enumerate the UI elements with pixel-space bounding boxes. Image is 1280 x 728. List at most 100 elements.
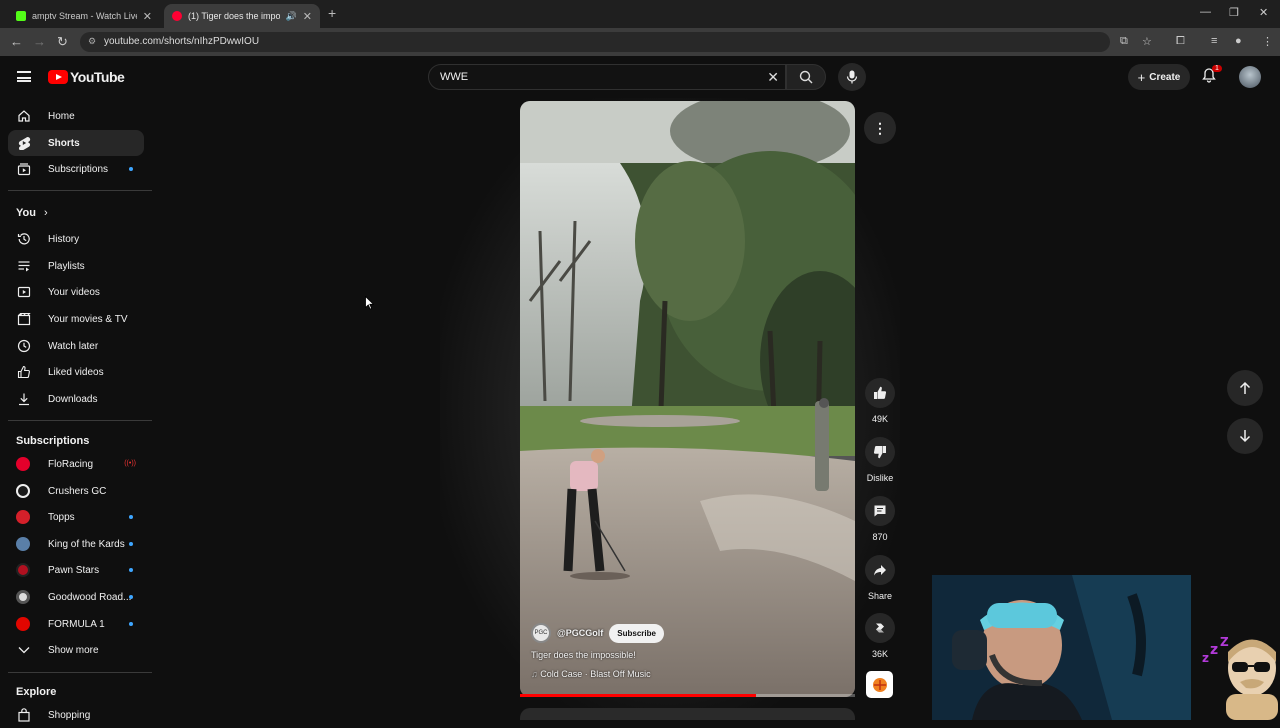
channel-info: PGC @PGCGolf Subscribe	[531, 623, 664, 643]
sidebar-item-playlists[interactable]: Playlists	[8, 253, 144, 279]
dislike-button[interactable]	[865, 437, 895, 467]
new-tab-icon[interactable]: +	[328, 5, 336, 21]
svg-text:z: z	[1202, 651, 1209, 665]
sidebar-item-your-videos[interactable]: Your videos	[8, 279, 144, 305]
mouse-cursor-icon	[365, 296, 374, 310]
sidebar-item-watch-later[interactable]: Watch later	[8, 333, 144, 359]
search-query: WWE	[440, 71, 469, 83]
channel-handle[interactable]: @PGCGolf	[557, 628, 603, 638]
sidebar-item-subscriptions[interactable]: Subscriptions	[8, 156, 144, 182]
short-title[interactable]: Tiger does the impossible!	[531, 650, 636, 660]
notifications-button[interactable]: 1	[1202, 65, 1222, 88]
sound-thumbnail[interactable]	[866, 671, 893, 698]
minimize-icon[interactable]: —	[1200, 6, 1211, 18]
sidebar-item-home[interactable]: Home	[8, 103, 144, 129]
speaker-icon[interactable]: 🔊	[286, 11, 297, 22]
movies-icon	[16, 311, 32, 327]
sidebar-divider	[8, 420, 152, 421]
extensions-icon[interactable]: ⧠	[1176, 35, 1185, 48]
clear-search-icon[interactable]: ✕	[767, 69, 779, 86]
thumbs-up-icon	[16, 364, 32, 380]
sidebar-item-label: Goodwood Road...	[48, 591, 132, 603]
sidebar-channel-topps[interactable]: Topps	[8, 504, 144, 530]
short-video-player[interactable]	[520, 101, 855, 697]
browser-tab-youtube[interactable]: (1) Tiger does the impossib 🔊 ✕	[164, 4, 320, 28]
site-info-icon[interactable]: ⚙	[88, 36, 96, 47]
tab-close-icon[interactable]: ✕	[303, 10, 312, 23]
share-button[interactable]	[865, 555, 895, 585]
comments-button[interactable]	[865, 496, 895, 526]
short-music[interactable]: ♫ Cold Case · Blast Off Music	[531, 669, 651, 679]
back-icon[interactable]: ←	[10, 34, 23, 49]
comment-count: 870	[872, 532, 888, 542]
previous-short-button[interactable]	[1227, 370, 1263, 406]
share-action[interactable]: Share	[862, 555, 898, 601]
media-control-icon[interactable]: ≡	[1211, 35, 1217, 47]
sidebar-channel-goodwood[interactable]: Goodwood Road...	[8, 584, 144, 610]
like-action[interactable]: 49K	[862, 378, 898, 424]
sleeping-emote-sticker: z z Z	[1200, 632, 1280, 720]
clock-icon	[16, 338, 32, 354]
you-section-header[interactable]: You ›	[16, 207, 48, 219]
share-icon	[874, 565, 886, 576]
sidebar-item-label: Your videos	[48, 286, 100, 298]
like-button[interactable]	[865, 378, 895, 408]
sidebar-channel-king-of-the-kards[interactable]: King of the Kards	[8, 531, 144, 557]
explore-section-header: Explore	[16, 686, 57, 698]
sidebar-item-shopping[interactable]: Shopping	[8, 702, 144, 728]
search-icon	[799, 70, 813, 84]
chevron-down-icon	[16, 642, 32, 658]
remix-button[interactable]	[865, 613, 895, 643]
sidebar-channel-crushers-gc[interactable]: Crushers GC	[8, 478, 144, 504]
next-short-preview[interactable]	[520, 708, 855, 720]
subscribe-button[interactable]: Subscribe	[609, 623, 664, 643]
browser-toolbar: ← → ↻ ⚙ youtube.com/shorts/nIhzPDwwIOU ⧉…	[0, 28, 1280, 56]
browser-tab-amptv[interactable]: amptv Stream - Watch Live on ✕	[8, 4, 160, 28]
sidebar-item-shorts[interactable]: Shorts	[8, 130, 144, 156]
arrow-down-icon	[1239, 430, 1251, 443]
sidebar-item-downloads[interactable]: Downloads	[8, 386, 144, 412]
bookmark-star-icon[interactable]: ☆	[1142, 35, 1152, 48]
sidebar-channel-pawn-stars[interactable]: Pawn Stars	[8, 557, 144, 583]
install-app-icon[interactable]: ⧉	[1120, 35, 1128, 48]
tab-close-icon[interactable]: ✕	[143, 10, 152, 23]
restore-icon[interactable]: ❐	[1229, 6, 1239, 19]
remix-action[interactable]: 36K	[862, 613, 898, 659]
close-window-icon[interactable]: ✕	[1259, 6, 1268, 19]
more-options-button[interactable]: ⋮	[864, 112, 896, 144]
voice-search-button[interactable]	[838, 63, 866, 91]
sidebar-item-label: Watch later	[48, 340, 99, 352]
hamburger-menu-icon[interactable]	[17, 71, 31, 82]
you-header-label: You	[16, 207, 36, 219]
create-button[interactable]: + Create	[1128, 64, 1190, 90]
address-bar[interactable]: ⚙ youtube.com/shorts/nIhzPDwwIOU	[80, 32, 1110, 52]
account-avatar[interactable]	[1239, 66, 1261, 88]
search-button[interactable]	[786, 64, 826, 90]
youtube-play-icon	[48, 70, 68, 84]
home-icon	[16, 108, 32, 124]
download-icon	[16, 391, 32, 407]
show-more-button[interactable]: Show more	[8, 637, 144, 663]
sound-artwork-icon	[872, 677, 887, 692]
sidebar-item-liked-videos[interactable]: Liked videos	[8, 359, 144, 385]
browser-menu-icon[interactable]: ⋮	[1262, 35, 1273, 48]
next-short-button[interactable]	[1227, 418, 1263, 454]
channel-avatar	[16, 563, 30, 577]
search-input[interactable]: WWE ✕	[428, 64, 786, 90]
arrow-up-icon	[1239, 381, 1251, 394]
sidebar-item-history[interactable]: History	[8, 226, 144, 252]
sidebar-item-your-movies[interactable]: Your movies & TV	[8, 306, 144, 332]
dislike-action[interactable]: Dislike	[862, 437, 898, 483]
dislike-label: Dislike	[866, 473, 894, 483]
profile-icon[interactable]: ●	[1235, 35, 1242, 47]
new-content-dot	[129, 515, 133, 519]
reload-icon[interactable]: ↻	[57, 34, 68, 50]
forward-icon[interactable]: →	[33, 34, 46, 49]
video-progress-bar[interactable]	[520, 694, 855, 697]
sidebar-channel-floracing[interactable]: FloRacing ((•))	[8, 451, 144, 477]
youtube-logo[interactable]: YouTube	[48, 69, 125, 85]
channel-avatar[interactable]: PGC	[531, 623, 551, 643]
comments-action[interactable]: 870	[862, 496, 898, 542]
logo-wordmark: YouTube	[70, 69, 125, 85]
sidebar-channel-formula-1[interactable]: FORMULA 1	[8, 611, 144, 637]
